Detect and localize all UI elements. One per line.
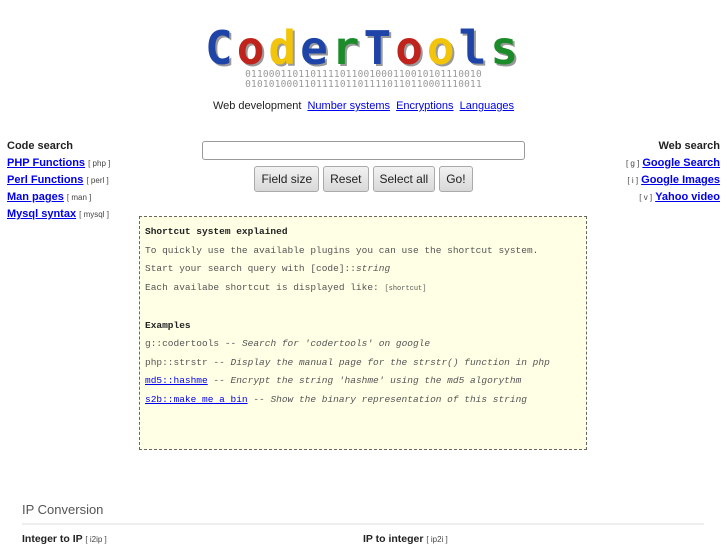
example-desc: Display the manual page for the strstr()… (230, 356, 550, 368)
shortcut-code: [ mysql ] (79, 210, 109, 219)
code-search-title: Code search (7, 140, 74, 152)
web-search-title: Web search (658, 140, 720, 152)
man-pages-link[interactable]: Man pages (7, 191, 64, 203)
search-buttons: Field size Reset Select all Go! (0, 166, 727, 192)
nav-link-languages[interactable]: Languages (460, 100, 514, 112)
ip-conversion-title: IP Conversion (22, 502, 104, 517)
logo-letter: d (268, 21, 301, 75)
header: CoderTools 01100011011011110110010001100… (0, 21, 727, 112)
ip-to-integer-label: IP to integer (363, 533, 424, 545)
field-size-button[interactable]: Field size (254, 166, 320, 192)
integer-to-ip-heading: Integer to IP [ i2ip ] (22, 533, 107, 545)
logo-letter: e (300, 21, 332, 75)
shortcut-box-intro: To quickly use the available plugins you… (145, 244, 539, 256)
logo[interactable]: CoderTools (0, 21, 727, 75)
shortcut-code: [ ip2i ] (426, 535, 448, 544)
example-code: php::strstr (145, 356, 208, 368)
example-item: md5::hashme -- Encrypt the string 'hashm… (145, 372, 581, 391)
search-input[interactable] (202, 141, 525, 160)
sidebar-item-man: Man pages [ man ] (7, 191, 110, 203)
example-desc: Show the binary representation of this s… (270, 393, 527, 405)
logo-letter: s (490, 21, 523, 75)
display-text: Each availabe shortcut is displayed like… (145, 281, 385, 293)
logo-letter: o (236, 21, 269, 75)
shortcut-code: [ i2ip ] (85, 535, 107, 544)
usage-italic: string (355, 263, 391, 274)
example-sep: -- (219, 338, 242, 349)
go-button[interactable]: Go! (439, 166, 473, 192)
logo-letter: T (363, 21, 396, 75)
shortcut-code: [ man ] (66, 193, 92, 202)
example-sep: -- (247, 393, 271, 405)
example-desc: Search for 'codertools' on google (241, 338, 431, 349)
example-sep: -- (207, 375, 231, 386)
examples-title: Examples (145, 319, 191, 331)
example-item: s2b::make me a bin -- Show the binary re… (145, 391, 581, 410)
shortcut-box-display: Each availabe shortcut is displayed like… (145, 279, 581, 299)
example-item: g::codertools -- Search for 'codertools'… (145, 335, 581, 354)
yahoo-video-link[interactable]: Yahoo video (655, 191, 720, 203)
shortcut-help-box: Shortcut system explained To quickly use… (139, 216, 587, 450)
logo-letter: o (426, 21, 459, 75)
nav-current: Web development (212, 100, 302, 112)
logo-letter: r (331, 21, 364, 75)
example-sep: -- (207, 356, 231, 368)
logo-letter: l (458, 21, 491, 75)
sidebar-item-yahoo-video: [ v ] Yahoo video (626, 191, 720, 203)
mysql-syntax-link[interactable]: Mysql syntax (7, 208, 76, 220)
logo-binary-line-2: 0101010001101111011011110110110001110011 (245, 79, 482, 90)
example-desc: Encrypt the string 'hashme' using the md… (230, 375, 522, 386)
reset-button[interactable]: Reset (323, 166, 369, 192)
ip-to-integer-heading: IP to integer [ ip2i ] (363, 533, 448, 545)
shortcut-box-usage: Start your search query with [code]::str… (145, 260, 581, 279)
shortcut-code: [ v ] (639, 193, 653, 202)
example-item: php::strstr -- Display the manual page f… (145, 354, 581, 373)
logo-letter: o (395, 21, 427, 75)
select-all-button[interactable]: Select all (372, 166, 436, 192)
example-code: g::codertools (145, 338, 220, 349)
sidebar-item-mysql: Mysql syntax [ mysql ] (7, 208, 110, 220)
integer-to-ip-label: Integer to IP (22, 533, 83, 545)
shortcut-box-title: Shortcut system explained (145, 226, 288, 237)
nav-link-encryptions[interactable]: Encryptions (396, 100, 453, 112)
example-link-s2b[interactable]: s2b::make me a bin (145, 394, 248, 405)
top-nav: Web development Number systems Encryptio… (0, 100, 727, 112)
usage-text: Start your search query with [code]:: (145, 263, 356, 274)
example-link-md5[interactable]: md5::hashme (145, 375, 208, 386)
nav-link-number-systems[interactable]: Number systems (307, 100, 390, 112)
display-small: [shortcut] (384, 284, 427, 293)
section-divider (22, 523, 704, 525)
logo-letter: C (204, 21, 237, 75)
